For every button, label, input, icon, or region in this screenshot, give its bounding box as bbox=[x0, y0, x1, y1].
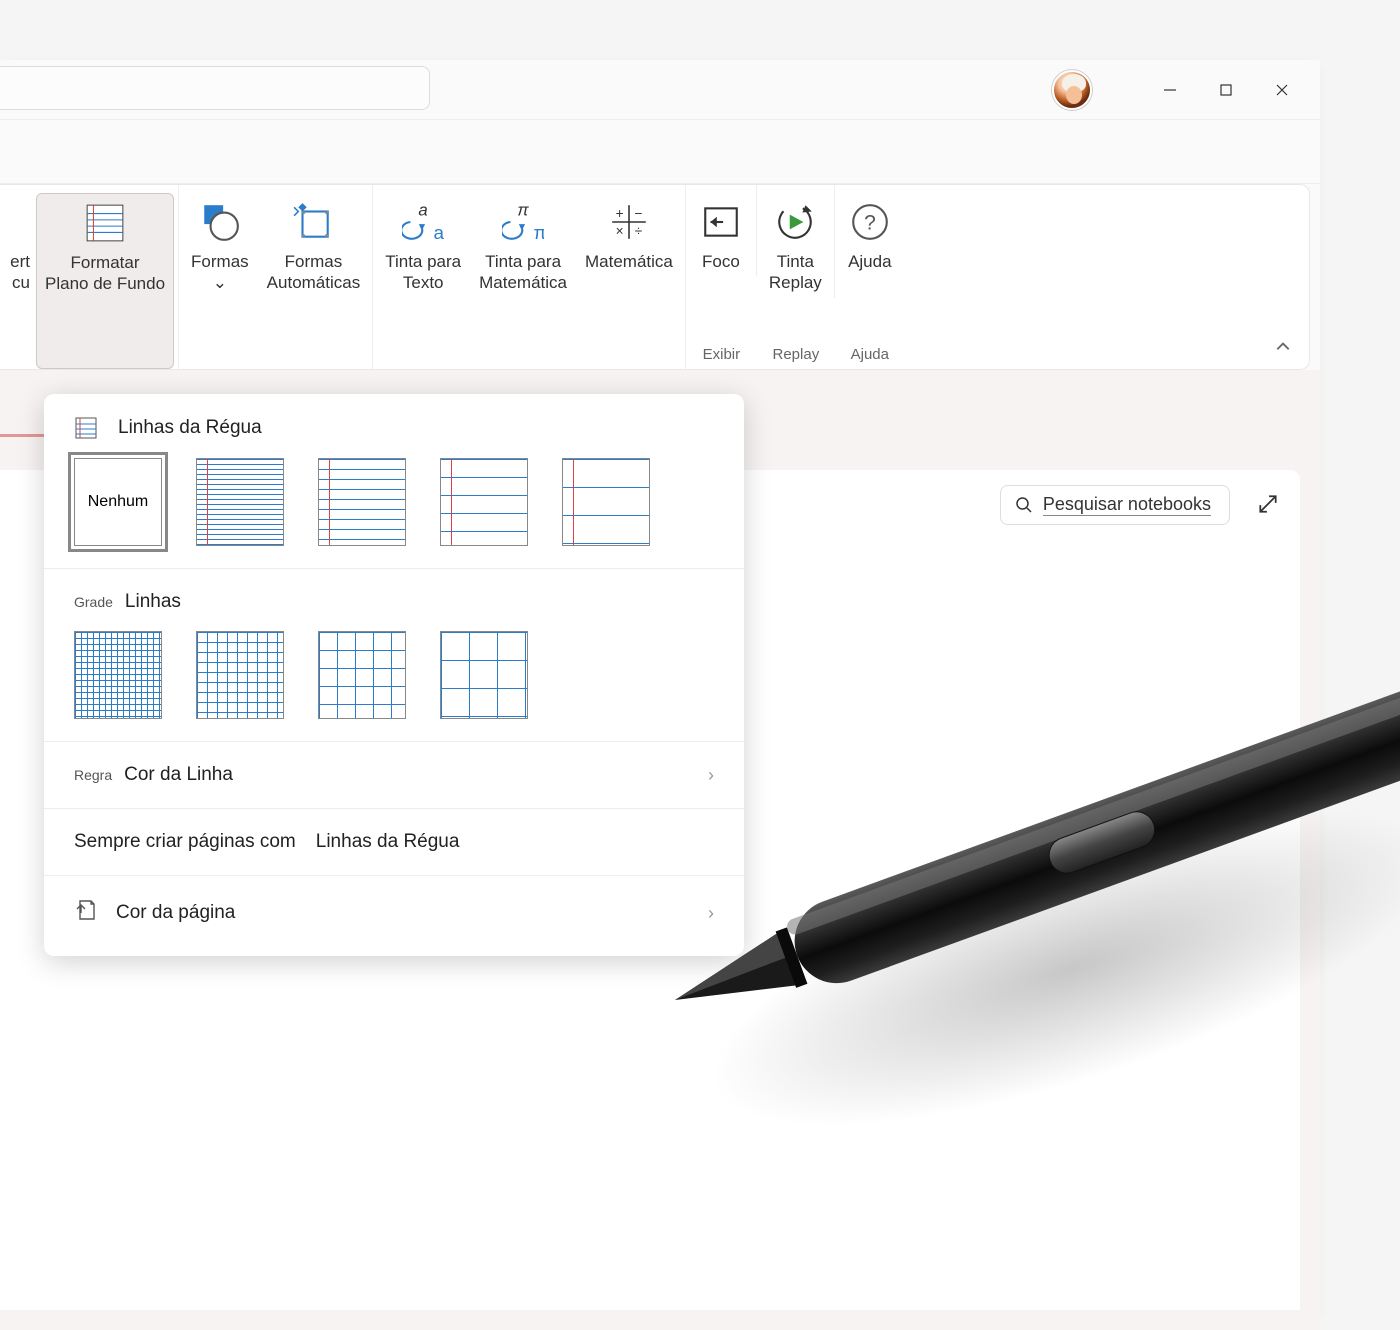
grid-lines-heading: Linhas bbox=[125, 591, 181, 613]
always-create-label: Sempre criar páginas com bbox=[74, 831, 296, 853]
group-label-help: Ajuda bbox=[835, 346, 905, 363]
replay-label-1: Tinta bbox=[777, 251, 814, 272]
ruled-page-small-icon bbox=[74, 416, 98, 440]
svg-text:−: − bbox=[634, 206, 642, 221]
ruler-swatch-college[interactable] bbox=[318, 458, 406, 546]
ink-math-label-1: Tinta para bbox=[485, 251, 561, 272]
focus-button[interactable]: Foco bbox=[690, 193, 752, 276]
ink-math-icon: ππ bbox=[500, 199, 546, 245]
math-button[interactable]: +−× ÷ Matemática bbox=[577, 193, 681, 369]
group-label-replay: Replay bbox=[757, 346, 835, 363]
grid-swatch-medium[interactable] bbox=[196, 631, 284, 719]
format-bg-label-2: Plano de Fundo bbox=[45, 273, 165, 294]
partial-label-2: cu bbox=[12, 272, 30, 293]
ribbon-btn-partial[interactable]: ert cu bbox=[4, 193, 34, 369]
line-color-menu[interactable]: Regra Cor da Linha › bbox=[44, 742, 744, 809]
svg-text:÷: ÷ bbox=[635, 224, 643, 239]
svg-text:π: π bbox=[517, 201, 529, 220]
format-background-dropdown: Linhas da Régua Nenhum Grade Linhas bbox=[44, 394, 744, 956]
auto-shapes-button[interactable]: Formas Automáticas bbox=[259, 193, 369, 369]
shapes-chevron-icon: ⌄ bbox=[213, 272, 227, 293]
ruler-swatch-none[interactable]: Nenhum bbox=[74, 458, 162, 546]
ruler-swatch-narrow[interactable] bbox=[196, 458, 284, 546]
ink-math-label-2: Matemática bbox=[479, 272, 567, 293]
format-background-button[interactable]: Formatar Plano de Fundo bbox=[36, 193, 174, 369]
focus-label: Foco bbox=[702, 251, 740, 272]
help-icon: ? bbox=[847, 199, 893, 245]
ruler-lines-heading: Linhas da Régua bbox=[118, 417, 262, 439]
ink-text-icon: aa bbox=[400, 199, 446, 245]
ink-to-text-button[interactable]: aa Tinta para Texto bbox=[377, 193, 469, 369]
ribbon: ert cu Formatar Plano de Fundo Formas bbox=[0, 184, 1310, 370]
chevron-right-icon: › bbox=[708, 903, 714, 924]
ink-to-math-button[interactable]: ππ Tinta para Matemática bbox=[471, 193, 575, 369]
svg-text:×: × bbox=[616, 224, 624, 239]
svg-text:?: ? bbox=[864, 211, 876, 234]
always-create-suffix: Linhas da Régua bbox=[316, 831, 460, 853]
auto-shapes-label-1: Formas bbox=[285, 251, 343, 272]
focus-icon bbox=[698, 199, 744, 245]
help-button[interactable]: ? Ajuda bbox=[839, 193, 901, 276]
title-search-field[interactable] bbox=[0, 66, 430, 110]
format-bg-label-1: Formatar bbox=[71, 252, 140, 273]
math-label: Matemática bbox=[585, 251, 673, 272]
ink-replay-button[interactable]: Tinta Replay bbox=[761, 193, 830, 298]
always-create-option[interactable]: Sempre criar páginas com Linhas da Régua bbox=[44, 809, 744, 876]
page-color-icon bbox=[74, 898, 98, 928]
shapes-button[interactable]: Formas ⌄ bbox=[183, 193, 257, 369]
close-button[interactable] bbox=[1254, 68, 1310, 112]
partial-label-1: ert bbox=[10, 251, 30, 272]
ink-text-label-1: Tinta para bbox=[385, 251, 461, 272]
svg-text:+: + bbox=[616, 206, 624, 221]
rule-small-label: Regra bbox=[74, 767, 112, 783]
chevron-right-icon: › bbox=[708, 765, 714, 786]
grid-swatch-large[interactable] bbox=[318, 631, 406, 719]
maximize-button[interactable] bbox=[1198, 68, 1254, 112]
ribbon-collapse-button[interactable] bbox=[1271, 335, 1295, 359]
grid-small-label: Grade bbox=[74, 594, 113, 610]
auto-shapes-label-2: Automáticas bbox=[267, 272, 361, 293]
line-color-label: Cor da Linha bbox=[124, 764, 233, 786]
group-label-view: Exibir bbox=[686, 346, 757, 363]
fullscreen-button[interactable] bbox=[1252, 488, 1284, 520]
help-label: Ajuda bbox=[848, 251, 891, 272]
svg-text:a: a bbox=[419, 201, 428, 220]
page-color-label: Cor da página bbox=[116, 902, 235, 924]
replay-label-2: Replay bbox=[769, 272, 822, 293]
ruler-swatch-wide[interactable] bbox=[562, 458, 650, 546]
shapes-icon bbox=[197, 199, 243, 245]
minimize-button[interactable] bbox=[1142, 68, 1198, 112]
auto-shapes-icon bbox=[290, 199, 336, 245]
tabs-area bbox=[0, 120, 1320, 184]
svg-text:a: a bbox=[434, 223, 445, 243]
title-bar bbox=[0, 60, 1320, 120]
svg-text:π: π bbox=[534, 223, 545, 243]
page-color-menu[interactable]: Cor da página › bbox=[44, 876, 744, 950]
ink-text-label-2: Texto bbox=[403, 272, 444, 293]
grid-swatch-xlarge[interactable] bbox=[440, 631, 528, 719]
ruler-swatch-standard[interactable] bbox=[440, 458, 528, 546]
search-notebooks-input[interactable]: Pesquisar notebooks bbox=[1000, 485, 1230, 525]
swatch-none-label: Nenhum bbox=[88, 493, 148, 511]
shapes-label: Formas bbox=[191, 251, 249, 272]
grid-swatch-small[interactable] bbox=[74, 631, 162, 719]
math-icon: +−× ÷ bbox=[606, 199, 652, 245]
search-placeholder-text: Pesquisar notebooks bbox=[1043, 494, 1211, 516]
search-icon bbox=[1015, 496, 1033, 514]
user-avatar[interactable] bbox=[1052, 70, 1092, 110]
replay-icon bbox=[772, 199, 818, 245]
ruled-page-icon bbox=[82, 200, 128, 246]
